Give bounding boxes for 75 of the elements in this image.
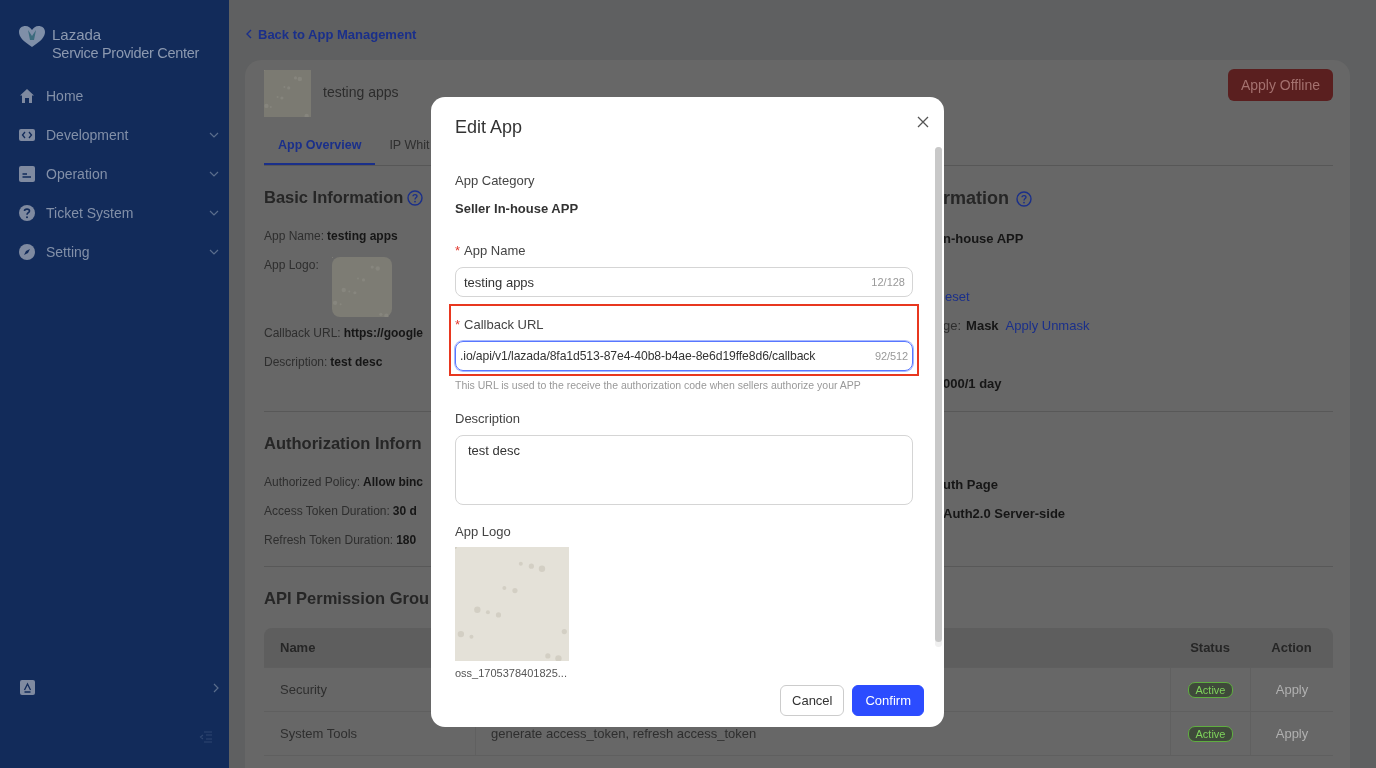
chevron-right-icon bbox=[213, 682, 219, 693]
section-title: Basic Information bbox=[264, 188, 404, 207]
field-value: https://google bbox=[343, 325, 424, 342]
input-field[interactable]: .io/api/v1/lazada/8fa1d513-87e4-40b8-b4ae-8e6d19ffe8d6/callback 92/512 bbox=[455, 341, 913, 371]
section-title: Authorization Inforn bbox=[264, 434, 422, 453]
chevron-down-icon bbox=[209, 170, 219, 177]
sidebar-item[interactable]: Operation bbox=[0, 154, 229, 193]
field-label: App Name bbox=[464, 243, 526, 258]
table-cell: System Tools bbox=[280, 726, 358, 741]
field-value: 180 bbox=[396, 532, 417, 549]
heart-logo-icon bbox=[19, 26, 45, 48]
field-value: n-house APP bbox=[943, 230, 1024, 248]
field-hint: This URL is used to the receive the authorization code when sellers authorize your APP bbox=[455, 379, 862, 391]
confirm-button[interactable]: Confirm bbox=[852, 685, 924, 716]
chevron-down-icon bbox=[209, 209, 219, 216]
table-cell: Security bbox=[280, 682, 327, 697]
help-icon[interactable] bbox=[1016, 190, 1032, 207]
collapse-menu-icon[interactable] bbox=[199, 730, 213, 744]
input-field[interactable]: testing apps 12/128 bbox=[455, 267, 913, 297]
category-value: Seller In-house APP bbox=[455, 201, 579, 216]
cancel-button[interactable]: Cancel bbox=[780, 685, 845, 716]
sidebar-item[interactable]: Development bbox=[0, 115, 229, 154]
sidebar-item[interactable]: Ticket System bbox=[0, 193, 229, 232]
table-cell: generate access_token, refresh access_token bbox=[491, 726, 757, 741]
apply-offline-button[interactable]: Apply Offline bbox=[1227, 68, 1333, 101]
field-value: uth Page bbox=[943, 476, 998, 494]
code-icon bbox=[19, 126, 35, 143]
column-header: Action bbox=[1271, 640, 1312, 655]
section-title: rmation bbox=[943, 188, 1009, 209]
dialog-title: Edit App bbox=[455, 116, 523, 138]
column-header: Status bbox=[1190, 640, 1230, 655]
field-label: Authorized Policy: bbox=[264, 474, 361, 491]
home-icon bbox=[19, 87, 35, 104]
field-label: App Name: bbox=[264, 228, 325, 245]
tab[interactable]: IP Whit bbox=[375, 126, 444, 165]
brand-subtitle: Service Provider Center bbox=[52, 44, 200, 62]
required-mark: * bbox=[455, 317, 461, 332]
help-icon bbox=[19, 204, 35, 221]
field-value: Auth2.0 Server-side bbox=[943, 505, 1066, 523]
required-mark: * bbox=[455, 243, 461, 258]
field-value: 000/1 day bbox=[943, 375, 1002, 393]
help-icon[interactable] bbox=[407, 189, 424, 206]
compass-icon bbox=[19, 243, 35, 260]
field-value: test desc bbox=[330, 354, 383, 371]
field-label: App Logo bbox=[455, 524, 511, 539]
field-value: testing apps bbox=[327, 228, 398, 245]
file-name: oss_1705378401825... bbox=[455, 667, 567, 679]
sidebar-item[interactable]: Setting bbox=[0, 232, 229, 271]
field-label: App Logo: bbox=[264, 257, 319, 274]
field-label: Callback URL bbox=[464, 317, 544, 332]
app-name: testing apps bbox=[323, 83, 400, 100]
chevron-down-icon bbox=[209, 131, 219, 138]
field-label: App Category bbox=[455, 173, 535, 188]
account-icon[interactable] bbox=[20, 680, 35, 695]
status-badge: Active bbox=[1187, 725, 1234, 742]
section-title: API Permission Grou bbox=[264, 589, 430, 608]
field-value: Allow binc bbox=[363, 474, 424, 491]
document-icon bbox=[19, 165, 35, 182]
column-header: Name bbox=[280, 640, 316, 655]
brand-name: Lazada bbox=[52, 26, 103, 44]
field-label: Access Token Duration: bbox=[264, 503, 390, 520]
field-label: Description: bbox=[264, 354, 328, 371]
description-field[interactable]: test desc bbox=[455, 435, 913, 505]
field-label: ge: bbox=[943, 317, 962, 335]
chevron-down-icon bbox=[209, 248, 219, 255]
sidebar-item[interactable]: Home bbox=[0, 76, 229, 115]
field-label: Description bbox=[455, 411, 521, 426]
scrollbar[interactable] bbox=[935, 147, 942, 642]
field-label: Refresh Token Duration: bbox=[264, 532, 394, 549]
field-label: Callback URL: bbox=[264, 325, 341, 342]
close-icon[interactable] bbox=[915, 114, 931, 130]
field-value: 30 d bbox=[392, 503, 417, 520]
chevron-left-icon bbox=[246, 29, 252, 39]
status-badge: Active bbox=[1187, 681, 1234, 698]
field-value: Mask bbox=[966, 317, 999, 335]
